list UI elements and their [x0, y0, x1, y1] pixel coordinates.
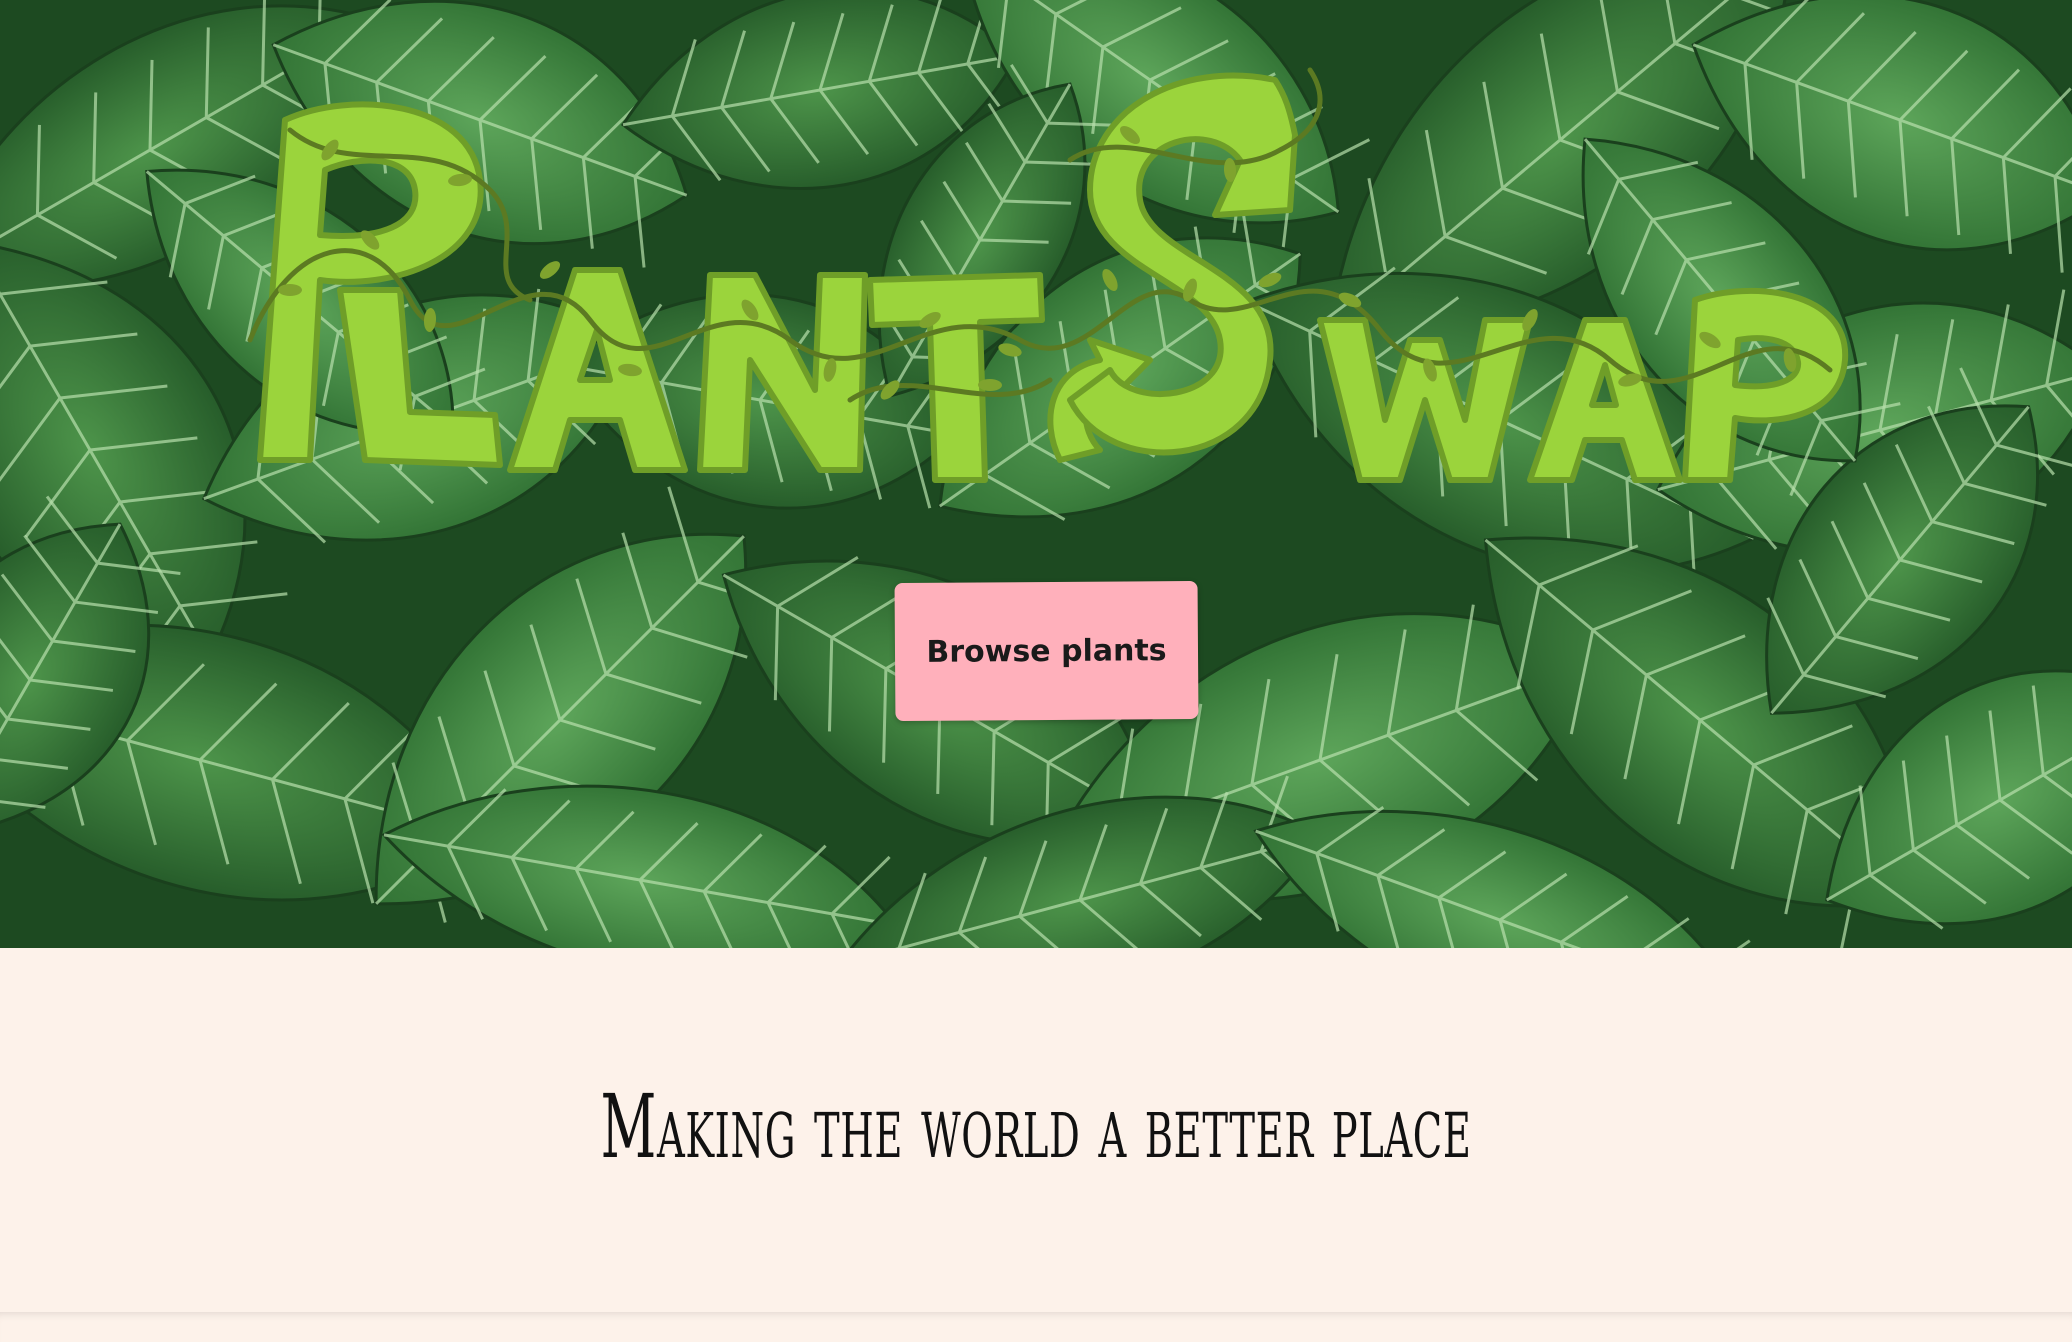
browse-plants-button[interactable]: Browse plants [894, 580, 1199, 722]
vine-leaf [1102, 268, 1118, 292]
vine-leaf [423, 308, 437, 332]
tagline-heading: Making the world a better place [600, 1075, 1472, 1178]
vine-leaf [998, 343, 1022, 357]
vine-leaf [539, 261, 561, 279]
next-section-edge [0, 1312, 2072, 1342]
vine-leaf [278, 284, 302, 296]
vine-leaf [1258, 272, 1282, 288]
plantswap-logo [247, 67, 1849, 483]
hero-section: Browse plants [0, 0, 2072, 948]
